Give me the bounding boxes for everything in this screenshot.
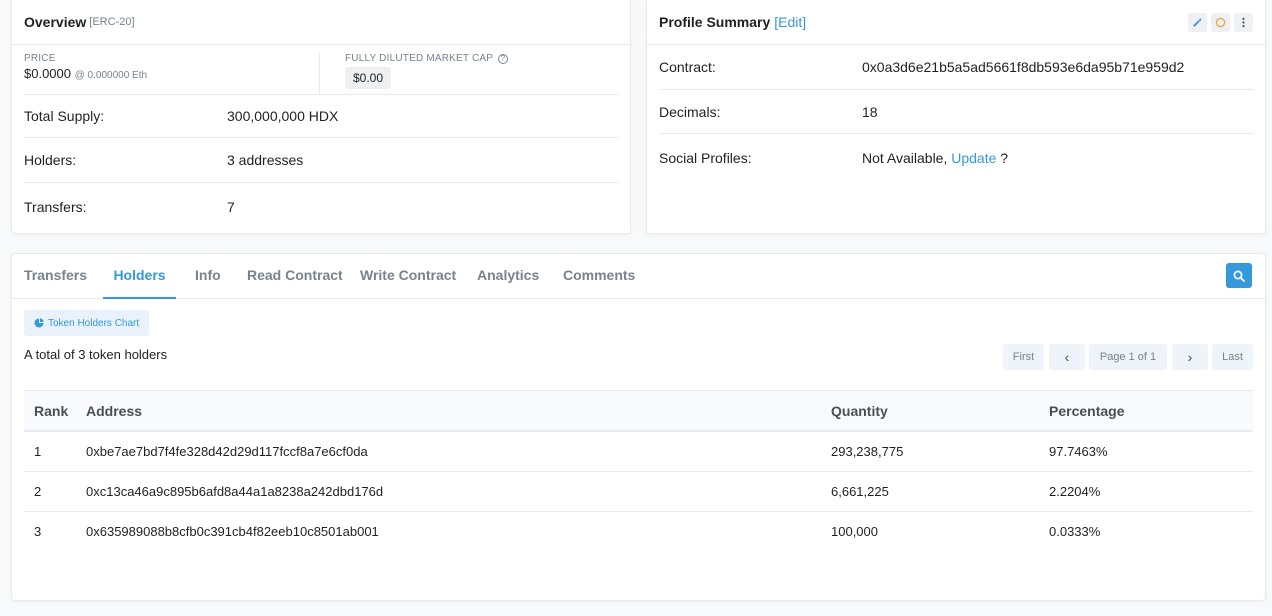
percentage-cell: 0.0333% (1049, 524, 1101, 539)
social-profiles-value-line: Not Available, Update ? (862, 150, 1008, 166)
table-header: Rank Address Quantity Percentage (24, 390, 1253, 432)
total-holders-text: A total of 3 token holders (24, 347, 168, 362)
last-page-button[interactable]: Last (1212, 344, 1253, 370)
total-supply-label: Total Supply: (24, 108, 105, 124)
tab-holders[interactable]: Holders (103, 254, 176, 299)
holders-label: Holders: (24, 152, 77, 168)
market-cap-value: $0.00 (345, 67, 392, 89)
chart-button-label: Token Holders Chart (48, 317, 140, 329)
column-quantity: Quantity (831, 403, 888, 419)
price-value-line: $0.0000 @ 0.000000 Eth (24, 66, 319, 81)
transfers-label: Transfers: (24, 199, 87, 215)
market-cap-label-line: FULLY DILUTED MARKET CAP ? (345, 53, 508, 64)
rank-cell: 3 (34, 524, 42, 539)
edit-link[interactable]: [Edit] (774, 14, 806, 30)
price-eth: @ 0.000000 Eth (74, 70, 148, 81)
price-value: $0.0000 (24, 66, 71, 81)
market-cap-label: FULLY DILUTED MARKET CAP (345, 53, 493, 64)
total-supply-row: Total Supply: 300,000,000 HDX (24, 95, 619, 138)
search-icon (1233, 270, 1245, 282)
quantity-cell: 293,238,775 (831, 444, 904, 459)
quantity-cell: 6,661,225 (831, 484, 889, 499)
rank-cell: 1 (34, 444, 42, 459)
tab-comments[interactable]: Comments (563, 254, 635, 299)
column-rank: Rank (34, 403, 69, 419)
profile-summary-card: Profile Summary [Edit] Contract: 0x0a3d6… (646, 0, 1266, 234)
circle-icon[interactable] (1211, 13, 1230, 32)
tab-bar: Transfers Holders Info Read Contract Wri… (12, 254, 1265, 299)
contract-row: Contract: 0x0a3d6e21b5a5ad5661f8db593e6d… (659, 45, 1254, 90)
pie-chart-icon (34, 318, 44, 328)
contract-label: Contract: (659, 59, 716, 75)
decimals-row: Decimals: 18 (659, 90, 1254, 134)
rank-cell: 2 (34, 484, 42, 499)
holders-value: 3 addresses (227, 152, 304, 168)
table-row: 1 0xbe7ae7bd7f4fe328d42d29d117fccf8a7e6c… (24, 432, 1253, 472)
profile-title: Profile Summary (659, 13, 771, 30)
token-holders-chart-button[interactable]: Token Holders Chart (24, 310, 150, 336)
magic-wand-icon[interactable] (1188, 13, 1207, 32)
column-address: Address (86, 403, 143, 419)
table-row: 3 0x635989088b8cfb0c391cb4f82eeb10c8501a… (24, 512, 1253, 552)
price-row: PRICE $0.0000 @ 0.000000 Eth FULLY DILUT… (24, 45, 619, 95)
search-button[interactable] (1226, 263, 1252, 288)
help-icon[interactable]: ? (497, 54, 508, 64)
social-profiles-value: Not Available, (862, 150, 948, 166)
tab-info[interactable]: Info (195, 254, 221, 299)
update-link[interactable]: Update (951, 150, 996, 166)
social-profiles-row: Social Profiles: Not Available, Update ? (659, 134, 1254, 184)
first-page-button[interactable]: First (1003, 344, 1044, 370)
holders-table: Rank Address Quantity Percentage 1 0xbe7… (24, 390, 1253, 552)
address-link[interactable]: 0xbe7ae7bd7f4fe328d42d29d117fccf8a7e6cf0… (86, 444, 368, 459)
tab-transfers[interactable]: Transfers (24, 254, 87, 299)
contract-address-link[interactable]: 0x0a3d6e21b5a5ad5661f8db593e6da95b71e959… (862, 59, 1184, 75)
price-section: PRICE $0.0000 @ 0.000000 Eth (24, 53, 320, 95)
prev-page-button[interactable]: ‹ (1049, 344, 1085, 370)
market-cap-section: FULLY DILUTED MARKET CAP ? $0.00 (345, 53, 508, 89)
percentage-cell: 2.2204% (1049, 484, 1101, 499)
address-link[interactable]: 0x635989088b8cfb0c391cb4f82eeb10c8501ab0… (86, 524, 379, 539)
token-standard-label: [ERC-20] (89, 15, 135, 28)
address-link[interactable]: 0xc13ca46a9c895b6afd8a44a1a8238a242dbd17… (86, 484, 383, 499)
tab-read-contract[interactable]: Read Contract (247, 254, 343, 299)
tab-write-contract[interactable]: Write Contract (360, 254, 456, 299)
profile-header-icons (1188, 13, 1253, 32)
holders-row: Holders: 3 addresses (24, 138, 619, 183)
transfers-row: Transfers: 7 (24, 183, 619, 233)
social-suffix: ? (1000, 150, 1009, 166)
decimals-label: Decimals: (659, 104, 721, 120)
quantity-cell: 100,000 (831, 524, 878, 539)
social-profiles-label: Social Profiles: (659, 150, 752, 166)
total-supply-value: 300,000,000 HDX (227, 108, 339, 124)
next-page-button[interactable]: › (1172, 344, 1208, 370)
price-label: PRICE (24, 53, 56, 64)
decimals-value: 18 (862, 104, 878, 120)
column-percentage: Percentage (1049, 403, 1125, 419)
table-row: 2 0xc13ca46a9c895b6afd8a44a1a8238a242dbd… (24, 472, 1253, 512)
overview-card: Overview [ERC-20] PRICE $0.0000 @ 0.0000… (11, 0, 631, 234)
tab-analytics[interactable]: Analytics (477, 254, 539, 299)
percentage-cell: 97.7463% (1049, 444, 1108, 459)
profile-header: Profile Summary [Edit] (647, 0, 1265, 45)
transfers-value: 7 (227, 199, 235, 215)
token-tabs-card: Transfers Holders Info Read Contract Wri… (11, 253, 1266, 601)
more-vertical-icon[interactable] (1234, 13, 1253, 32)
overview-title: Overview (24, 13, 87, 30)
overview-header: Overview [ERC-20] (12, 0, 630, 45)
page-indicator: Page 1 of 1 (1089, 344, 1167, 370)
